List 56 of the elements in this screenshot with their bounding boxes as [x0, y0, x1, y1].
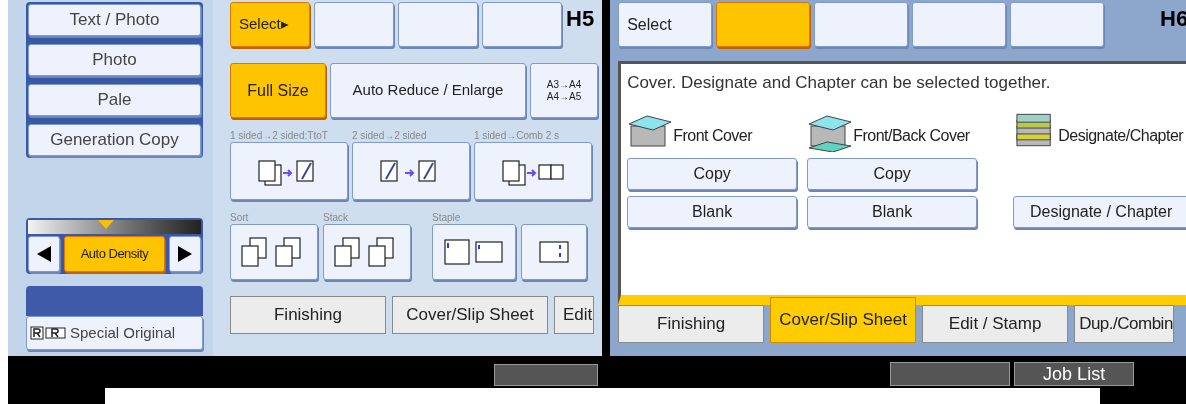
finishing-button[interactable] — [230, 224, 318, 280]
density-scale[interactable] — [28, 220, 201, 234]
tab[interactable]: Dup./Combin — [1074, 305, 1175, 343]
duplex-button[interactable] — [474, 142, 592, 200]
job-list-button[interactable]: Job List — [1014, 362, 1135, 386]
system-status-button[interactable] — [890, 362, 1011, 386]
image-mode-button[interactable]: Pale — [28, 84, 201, 116]
image-mode-button[interactable]: Photo — [28, 44, 201, 76]
system-status-button[interactable] — [494, 364, 599, 386]
image-mode-button[interactable]: Text / Photo — [28, 4, 201, 36]
tab[interactable]: Edit / Stamp — [922, 305, 1069, 343]
finishing-button[interactable] — [323, 224, 411, 280]
duplex-button[interactable] — [230, 142, 348, 200]
duplex-label: 1 sided→2 sided:TtoT — [230, 129, 329, 142]
function-button[interactable] — [314, 2, 394, 47]
r-page-icon — [30, 326, 66, 340]
tab[interactable]: Cover/Slip Sheet — [770, 297, 917, 343]
cover-option-button[interactable]: Blank — [807, 195, 978, 228]
increase-button[interactable] — [169, 236, 201, 272]
auto-density-button[interactable]: Auto Density — [64, 236, 165, 272]
left-triangle-icon — [37, 246, 51, 262]
function-button[interactable]: Select — [618, 2, 713, 47]
reproduction-ratio-button[interactable]: Full Size — [230, 63, 326, 118]
tab[interactable]: Finishing — [230, 296, 386, 334]
cover-option-button[interactable]: Blank — [627, 195, 798, 228]
screen-label: H5 — [566, 5, 596, 33]
function-button[interactable] — [482, 2, 562, 47]
cover-option-button[interactable]: Copy — [627, 157, 798, 190]
cover-option-label: Front Cover — [673, 125, 753, 146]
finishing-label: Sort — [230, 211, 250, 224]
function-button[interactable] — [398, 2, 478, 47]
decrease-button[interactable] — [28, 236, 60, 272]
function-button[interactable] — [814, 2, 909, 47]
special-original-button[interactable]: Special Original — [26, 316, 203, 350]
function-button[interactable]: Select▸ — [230, 2, 310, 47]
cover-option-label: Designate/Chapter — [1058, 125, 1184, 146]
function-button[interactable] — [912, 2, 1007, 47]
finishing-button[interactable] — [521, 224, 587, 280]
duplex-label: 2 sided→2 sided — [352, 129, 428, 142]
tab[interactable]: Finishing — [618, 305, 765, 343]
finishing-button[interactable] — [432, 224, 516, 280]
cover-option-button[interactable]: Copy — [807, 157, 978, 190]
cover-option-label: Front/Back Cover — [853, 125, 970, 146]
finishing-label: Staple — [432, 211, 462, 224]
tab[interactable]: Cover/Slip Sheet — [392, 296, 548, 334]
image-mode-button[interactable]: Generation Copy — [28, 124, 201, 156]
info-message: Cover. Designate and Chapter can be selected together. — [627, 72, 1052, 94]
finishing-label: Stack — [323, 211, 349, 224]
tab[interactable]: Edit — [554, 296, 594, 334]
stapled-page-icon — [442, 236, 506, 268]
duplex-button[interactable] — [352, 142, 470, 200]
right-triangle-icon — [178, 246, 192, 262]
function-button[interactable] — [1010, 2, 1105, 47]
reproduction-ratio-button[interactable]: A3→A4 A4→A5 — [530, 63, 599, 118]
cover-option-button[interactable]: Designate / Chapter — [1013, 195, 1186, 228]
reproduction-ratio-button[interactable]: Auto Reduce / Enlarge — [330, 63, 526, 118]
